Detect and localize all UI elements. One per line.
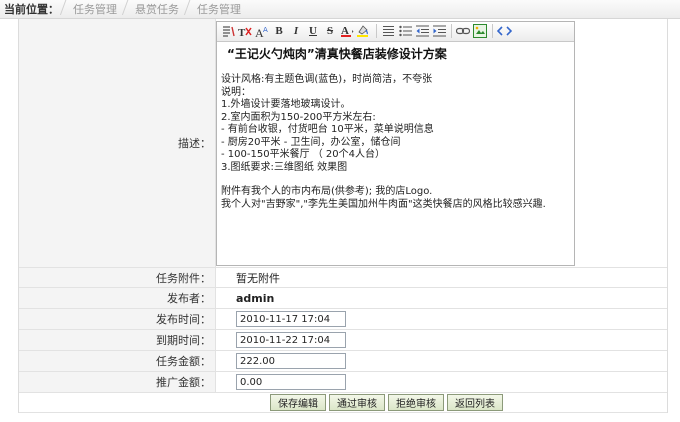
highlight-color-icon[interactable] <box>356 23 372 39</box>
rich-text-editor[interactable]: T AA B I U S A “王记火勺炖肉”清真快餐店装修设计方案 设计风格:… <box>216 20 575 266</box>
save-edit-button[interactable]: 保存编辑 <box>270 394 326 411</box>
publish-time-row: 发布时间： <box>19 309 667 330</box>
svg-text:A: A <box>263 26 268 34</box>
publisher-row: 发布者： admin <box>19 288 667 309</box>
content-line: 附件有我个人的市内布局(供参考); 我的店Logo. <box>221 186 433 197</box>
approve-button[interactable]: 通过审核 <box>329 394 385 411</box>
promo-amount-input[interactable] <box>236 374 346 390</box>
publish-time-input[interactable] <box>236 311 346 327</box>
promo-amount-row: 推广金额： <box>19 372 667 393</box>
content-line: - 100-150平米餐厅 （ 20个4人台） <box>221 149 386 160</box>
description-label: 描述： <box>19 19 216 267</box>
content-line: 设计风格:有主题色调(蓝色)，时尚简洁，不夸张 <box>221 74 433 85</box>
promo-amount-label: 推广金额： <box>19 372 216 392</box>
breadcrumb-item-1[interactable]: 任务管理 <box>63 1 125 17</box>
content-line: 我个人对"吉野家","李先生美国加州牛肉面"这类快餐店的风格比较感兴趣. <box>221 198 546 210</box>
link-icon[interactable] <box>455 23 471 39</box>
reject-button[interactable]: 拒绝审核 <box>388 394 444 411</box>
font-color-icon[interactable]: A <box>339 23 355 39</box>
breadcrumb: 当前位置： 任务管理 悬赏任务 任务管理 <box>0 0 680 19</box>
amount-input[interactable] <box>236 353 346 369</box>
deadline-label: 到期时间： <box>19 330 216 350</box>
bold-icon[interactable]: B <box>271 23 287 39</box>
font-size-icon[interactable]: AA <box>254 23 270 39</box>
svg-text:T: T <box>238 27 246 38</box>
content-line: 1.外墙设计要落地玻璃设计。 <box>221 99 351 110</box>
italic-icon[interactable]: I <box>288 23 304 39</box>
back-to-list-button[interactable]: 返回列表 <box>447 394 503 411</box>
breadcrumb-label: 当前位置： <box>4 3 59 16</box>
publisher-value: admin <box>236 291 275 305</box>
content-line: 说明： <box>221 86 251 98</box>
content-line: - 有前台收银，付货吧台 10平米，菜单说明信息 <box>221 124 434 135</box>
attachment-value: 暂无附件 <box>236 271 280 285</box>
attachment-row: 任务附件： 暂无附件 <box>19 268 667 288</box>
deadline-row: 到期时间： <box>19 330 667 351</box>
source-code-icon[interactable] <box>496 23 512 39</box>
remove-format-icon[interactable]: T <box>237 23 253 39</box>
bullet-list-icon[interactable] <box>397 23 413 39</box>
indent-icon[interactable] <box>431 23 447 39</box>
action-bar: 保存编辑 通过审核 拒绝审核 返回列表 <box>19 393 667 413</box>
description-row: 描述： T AA B I U S A “王记火勺炖肉”清真快餐店装修设计方案 设… <box>19 19 667 268</box>
outdent-icon[interactable] <box>414 23 430 39</box>
align-justify-icon[interactable] <box>380 23 396 39</box>
deadline-input[interactable] <box>236 332 346 348</box>
image-icon[interactable] <box>472 23 488 39</box>
document-title: “王记火勺炖肉”清真快餐店装修设计方案 <box>227 46 447 61</box>
breadcrumb-item-2[interactable]: 悬赏任务 <box>125 1 187 17</box>
editor-content[interactable]: “王记火勺炖肉”清真快餐店装修设计方案 设计风格:有主题色调(蓝色)，时尚简洁，… <box>217 42 574 265</box>
underline-icon[interactable]: U <box>305 23 321 39</box>
attachment-label: 任务附件： <box>19 268 216 287</box>
publisher-label: 发布者： <box>19 288 216 308</box>
amount-label: 任务金额： <box>19 351 216 371</box>
breadcrumb-item-3[interactable]: 任务管理 <box>187 1 249 17</box>
content-line: 2.室内面积为150-200平方米左右: <box>221 111 376 123</box>
content-line: - 厨房20平米 - 卫生间，办公室，储仓间 <box>221 136 401 148</box>
editor-toolbar: T AA B I U S A <box>217 21 574 42</box>
strikethrough-icon[interactable]: S <box>322 23 338 39</box>
amount-row: 任务金额： <box>19 351 667 372</box>
format-icon[interactable] <box>220 23 236 39</box>
task-form: 描述： T AA B I U S A “王记火勺炖肉”清真快餐店装修设计方案 设… <box>18 19 668 413</box>
content-line: 3.图纸要求:三维图纸 效果图 <box>221 161 348 173</box>
publish-time-label: 发布时间： <box>19 309 216 329</box>
